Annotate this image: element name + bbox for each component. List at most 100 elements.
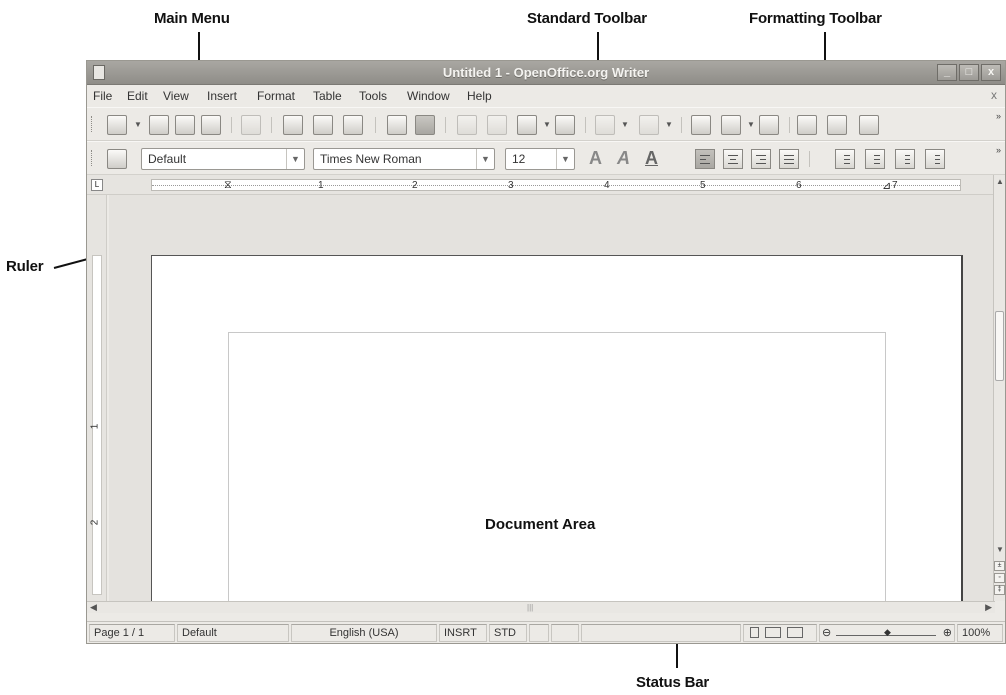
export-pdf-icon[interactable] [283,115,303,135]
edit-file-icon[interactable] [241,115,261,135]
align-left-icon[interactable] [695,149,715,169]
page-count[interactable]: Page 1 / 1 [89,624,175,642]
italic-icon[interactable]: A [617,148,630,169]
menu-edit[interactable]: Edit [127,89,148,103]
bold-icon[interactable]: A [589,148,602,169]
cut-icon[interactable] [457,115,477,135]
vertical-ruler[interactable]: 1 2 [87,195,107,601]
toolbar-grip[interactable] [91,150,94,166]
vertical-scroll-thumb[interactable] [995,311,1004,381]
chevron-down-icon[interactable]: ▼ [747,120,755,129]
toolbar-separator [789,117,790,133]
page-preview-icon[interactable] [343,115,363,135]
horizontal-scroll-thumb[interactable]: ||| [527,603,533,612]
print-icon[interactable] [313,115,333,135]
spellcheck-icon[interactable] [387,115,407,135]
decrease-indent-icon[interactable] [895,149,915,169]
menu-insert[interactable]: Insert [207,89,237,103]
gallery-icon[interactable] [827,115,847,135]
chevron-down-icon[interactable]: ▼ [621,120,629,129]
minimize-button[interactable]: _ [937,64,957,81]
scroll-down-icon[interactable]: ▼ [995,545,1005,555]
show-draw-functions-icon[interactable] [759,115,779,135]
chevron-down-icon[interactable]: ▼ [665,120,673,129]
zoom-slider-thumb[interactable]: ◆ [884,627,891,638]
insert-mode[interactable]: INSRT [439,624,487,642]
main-menu: File Edit View Insert Format Table Tools… [87,85,1005,107]
ruler-strip[interactable]: 1 2 3 4 5 6 7 ⧖ ⊿ [151,179,961,192]
close-button[interactable]: x [981,64,1001,81]
book-view-icon[interactable] [787,627,804,638]
multi-page-view-icon[interactable] [765,627,782,638]
toolbar-grip[interactable] [91,116,94,132]
zoom-in-icon[interactable]: ⊕ [943,626,952,639]
toolbar-overflow-icon[interactable]: » [996,146,1001,155]
align-center-icon[interactable] [723,149,743,169]
chevron-down-icon[interactable]: ▼ [476,149,494,169]
align-right-icon[interactable] [751,149,771,169]
horizontal-ruler[interactable]: L 1 2 3 4 5 6 7 ⧖ ⊿ [87,175,995,195]
new-document-icon[interactable] [107,115,127,135]
clone-formatting-icon[interactable] [555,115,575,135]
bullets-icon[interactable] [865,149,885,169]
next-page-icon[interactable]: ‡ [994,585,1005,595]
zoom-level[interactable]: 100% [957,624,1003,642]
scroll-left-icon[interactable]: ◀ [90,602,97,613]
title-bar[interactable]: Untitled 1 - OpenOffice.org Writer _ □ x [87,61,1005,85]
menu-help[interactable]: Help [467,89,492,103]
document-modified[interactable] [529,624,549,642]
single-page-view-icon[interactable] [750,627,759,638]
menu-file[interactable]: File [93,89,112,103]
menu-view[interactable]: View [163,89,189,103]
underline-icon[interactable]: A [645,148,658,169]
document-page[interactable]: Document Area [151,255,963,601]
scroll-up-icon[interactable]: ▲ [995,177,1005,187]
zoom-slider[interactable]: ⊖ ◆ ⊕ [819,624,955,642]
toolbar-overflow-icon[interactable]: » [996,112,1001,121]
numbering-icon[interactable] [835,149,855,169]
redo-icon[interactable] [639,115,659,135]
document-workspace[interactable]: Document Area [109,195,995,601]
vertical-scrollbar[interactable]: ▲ ▼ ± ◦ ‡ [993,175,1005,601]
chevron-down-icon[interactable]: ▼ [543,120,551,129]
left-indent-marker-icon[interactable]: ⧖ [224,179,232,192]
tab-stop-type-icon[interactable]: L [91,179,103,191]
language[interactable]: English (USA) [291,624,437,642]
chevron-down-icon[interactable]: ▼ [556,149,574,169]
menu-format[interactable]: Format [257,89,295,103]
increase-indent-icon[interactable] [925,149,945,169]
autospellcheck-icon[interactable] [415,115,435,135]
maximize-button[interactable]: □ [959,64,979,81]
save-icon[interactable] [175,115,195,135]
right-indent-marker-icon[interactable]: ⊿ [882,179,891,192]
justify-icon[interactable] [779,149,799,169]
previous-page-icon[interactable]: ± [994,561,1005,571]
paragraph-style-select[interactable]: Default ▼ [141,148,305,170]
copy-icon[interactable] [487,115,507,135]
undo-icon[interactable] [595,115,615,135]
styles-formatting-icon[interactable] [107,149,127,169]
paste-icon[interactable] [517,115,537,135]
data-sources-icon[interactable] [859,115,879,135]
email-icon[interactable] [201,115,221,135]
digital-signature[interactable] [551,624,579,642]
open-icon[interactable] [149,115,169,135]
font-name-select[interactable]: Times New Roman ▼ [313,148,495,170]
zoom-out-icon[interactable]: ⊖ [822,626,831,639]
scroll-right-icon[interactable]: ▶ [985,602,992,613]
font-size-select[interactable]: 12 ▼ [505,148,575,170]
navigator-icon[interactable] [797,115,817,135]
table-icon[interactable] [721,115,741,135]
selection-mode[interactable]: STD [489,624,527,642]
chevron-down-icon[interactable]: ▼ [134,120,142,129]
menu-tools[interactable]: Tools [359,89,387,103]
navigation-icon[interactable]: ◦ [994,573,1005,583]
page-style[interactable]: Default [177,624,289,642]
toolbar-separator [271,117,272,133]
close-document-icon[interactable]: x [991,88,997,102]
horizontal-scrollbar[interactable]: ◀ ||| ▶ [87,601,995,613]
hyperlink-icon[interactable] [691,115,711,135]
menu-table[interactable]: Table [313,89,342,103]
chevron-down-icon[interactable]: ▼ [286,149,304,169]
menu-window[interactable]: Window [407,89,450,103]
